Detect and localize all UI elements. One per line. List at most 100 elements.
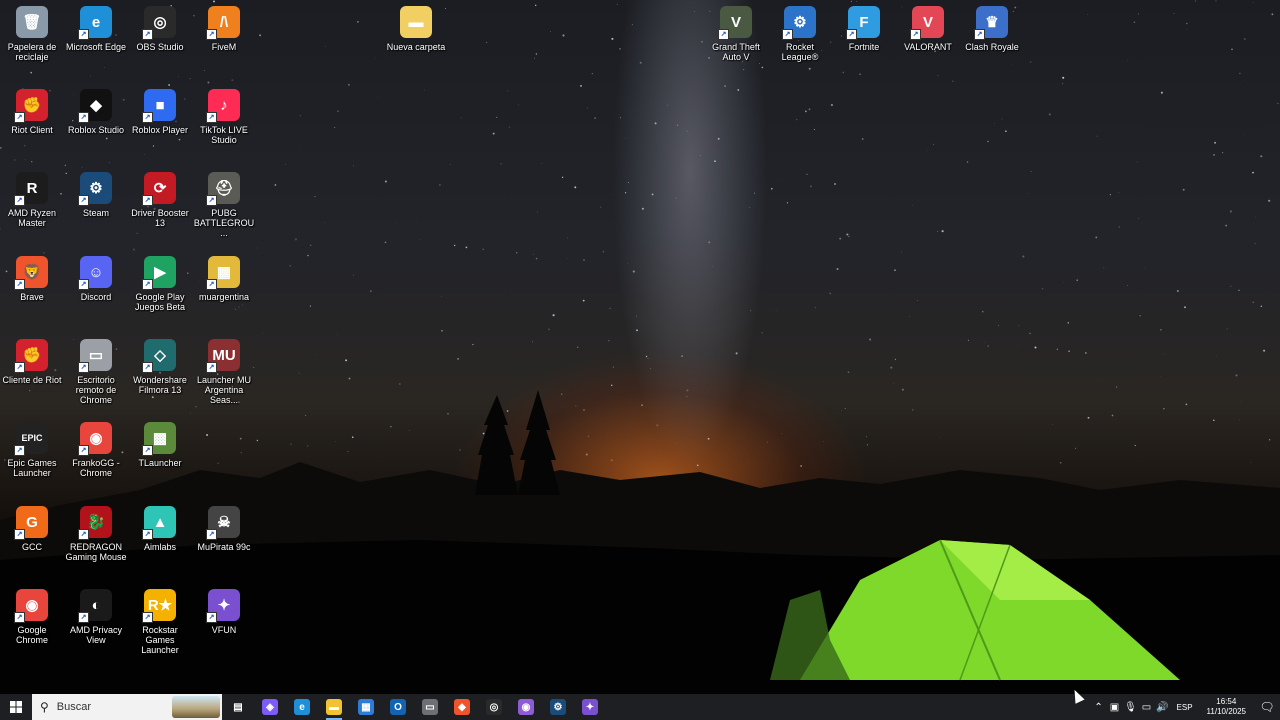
desktop-icon-fivem[interactable]: /\ ↗ FiveM bbox=[192, 4, 256, 86]
taskbar-outlook-button[interactable]: O bbox=[382, 694, 414, 720]
rocket-league-icon: ⚙ ↗ bbox=[782, 6, 816, 40]
desktop-icon-riot-client[interactable]: ✊ ↗ Riot Client bbox=[0, 87, 64, 169]
tray-app-icon[interactable]: ▣ bbox=[1107, 702, 1123, 713]
desktop-icon-brave[interactable]: 🦁 ↗ Brave bbox=[0, 254, 64, 336]
desktop-icon-pubg-battlegrou[interactable]: ⛑ ↗ PUBG BATTLEGROU... bbox=[192, 170, 256, 252]
desktop-icon-tiktok-live-studio[interactable]: ♪ ↗ TikTok LIVE Studio bbox=[192, 87, 256, 169]
desktop-icon-google-play-juegos-beta[interactable]: ▶ ↗ Google Play Juegos Beta bbox=[128, 254, 192, 336]
desktop-icon-label: Discord bbox=[80, 292, 112, 302]
desktop-icon-label: TikTok LIVE Studio bbox=[200, 125, 248, 145]
taskbar-steam-button[interactable]: ⚙ bbox=[542, 694, 574, 720]
brave-icon: 🦁 ↗ bbox=[14, 256, 48, 290]
taskbar-task-view-button[interactable]: ▤ bbox=[222, 694, 254, 720]
desktop-icon-nueva-carpeta[interactable]: ▬ Nueva carpeta bbox=[384, 4, 448, 86]
desktop-icon-roblox-studio[interactable]: ◆ ↗ Roblox Studio bbox=[64, 87, 128, 169]
desktop-icon-label: Papelera de reciclaje bbox=[7, 42, 57, 62]
shortcut-arrow-icon: ↗ bbox=[142, 362, 153, 373]
desktop-icon-epic-games-launcher[interactable]: EPIC ↗ Epic Games Launcher bbox=[0, 420, 64, 502]
desktop-icon-wondershare-filmora-13[interactable]: ◇ ↗ Wondershare Filmora 13 bbox=[128, 337, 192, 419]
desktop-icon-muargentina[interactable]: ▦ ↗ muargentina bbox=[192, 254, 256, 336]
taskbar-edge-button[interactable]: e bbox=[286, 694, 318, 720]
shortcut-arrow-icon: ↗ bbox=[78, 195, 89, 206]
shortcut-arrow-icon: ↗ bbox=[142, 445, 153, 456]
desktop-icon-steam[interactable]: ⚙ ↗ Steam bbox=[64, 170, 128, 252]
shortcut-arrow-icon: ↗ bbox=[78, 445, 89, 456]
desktop-icon-cliente-de-riot[interactable]: ✊ ↗ Cliente de Riot bbox=[0, 337, 64, 419]
desktop-icon-driver-booster-13[interactable]: ⟳ ↗ Driver Booster 13 bbox=[128, 170, 192, 252]
desktop-icon-google-chrome[interactable]: ◉ ↗ Google Chrome bbox=[0, 587, 64, 669]
taskbar-unknown-app-button[interactable]: ▭ bbox=[414, 694, 446, 720]
desktop-icon-valorant[interactable]: V ↗ VALORANT bbox=[896, 4, 960, 86]
desktop-icon-discord[interactable]: ☺ ↗ Discord bbox=[64, 254, 128, 336]
network-icon[interactable]: ▭ bbox=[1139, 702, 1155, 713]
desktop-icon-redragon-gaming-mouse[interactable]: 🐉 ↗ REDRAGON Gaming Mouse bbox=[64, 504, 128, 586]
epic-games-launcher-icon: EPIC ↗ bbox=[14, 422, 48, 456]
clock[interactable]: 16:54 11/10/2025 bbox=[1199, 697, 1254, 717]
desktop-icon-roblox-player[interactable]: ■ ↗ Roblox Player bbox=[128, 87, 192, 169]
google-chrome-icon: ◉ ↗ bbox=[14, 589, 48, 623]
taskbar-brave-button[interactable]: ◆ bbox=[446, 694, 478, 720]
desktop-icon-label: REDRAGON Gaming Mouse bbox=[65, 542, 127, 562]
taskbar-search-box[interactable]: ⚲ Buscar bbox=[32, 694, 222, 720]
desktop-icon-grand-theft-auto-v[interactable]: V ↗ Grand Theft Auto V bbox=[704, 4, 768, 86]
desktop-icon-microsoft-edge[interactable]: e ↗ Microsoft Edge bbox=[64, 4, 128, 86]
desktop-icon-label: Wondershare Filmora 13 bbox=[133, 375, 187, 395]
aimlabs-icon: ▲ ↗ bbox=[142, 506, 176, 540]
clash-royale-icon: ♛ ↗ bbox=[974, 6, 1008, 40]
clock-date: 11/10/2025 bbox=[1206, 707, 1246, 716]
desktop-icon-rockstar-games-launcher[interactable]: R★ ↗ Rockstar Games Launcher bbox=[128, 587, 192, 669]
desktop-icon-amd-privacy-view[interactable]: ◐ ↗ AMD Privacy View bbox=[64, 587, 128, 669]
taskbar-obs-button[interactable]: ◎ bbox=[478, 694, 510, 720]
desktop-icon-fortnite[interactable]: F ↗ Fortnite bbox=[832, 4, 896, 86]
tiktok-live-studio-icon: ♪ ↗ bbox=[206, 89, 240, 123]
desktop-icon-label: Epic Games Launcher bbox=[7, 458, 57, 478]
taskbar-copilot-button[interactable]: ◈ bbox=[254, 694, 286, 720]
desktop-icon-gcc[interactable]: G ↗ GCC bbox=[0, 504, 64, 586]
desktop-icon-papelera-de-reciclaje[interactable]: 🗑 Papelera de reciclaje bbox=[0, 4, 64, 86]
grand-theft-auto-v-icon: V ↗ bbox=[718, 6, 752, 40]
shortcut-arrow-icon: ↗ bbox=[78, 529, 89, 540]
desktop-icon-amd-ryzen-master[interactable]: R ↗ AMD Ryzen Master bbox=[0, 170, 64, 252]
shortcut-arrow-icon: ↗ bbox=[14, 112, 25, 123]
shortcut-arrow-icon: ↗ bbox=[206, 112, 217, 123]
desktop-icon-label: PUBG BATTLEGROU... bbox=[193, 208, 255, 238]
volume-icon[interactable]: 🔊 bbox=[1155, 702, 1171, 713]
launcher-mu-argentina-seas-icon: MU ↗ bbox=[206, 339, 240, 373]
clock-time: 16:54 bbox=[1216, 697, 1237, 706]
show-hidden-icons-chevron-icon[interactable]: ⌃ bbox=[1091, 702, 1107, 713]
escritorio-remoto-de-chrome-icon: ▭ ↗ bbox=[78, 339, 112, 373]
shortcut-arrow-icon: ↗ bbox=[718, 29, 729, 40]
mupirata-99c-icon: ☠ ↗ bbox=[206, 506, 240, 540]
pubg-battlegrou-icon: ⛑ ↗ bbox=[206, 172, 240, 206]
desktop-icon-label: Google Play Juegos Beta bbox=[134, 292, 186, 312]
start-button[interactable] bbox=[0, 694, 32, 720]
taskbar-vfun-button[interactable]: ✦ bbox=[574, 694, 606, 720]
brave-icon: ◆ bbox=[454, 699, 470, 715]
desktop-icon-label: MuPirata 99c bbox=[197, 542, 251, 552]
desktop-icon-rocket-league[interactable]: ⚙ ↗ Rocket League® bbox=[768, 4, 832, 86]
desktop-icon-obs-studio[interactable]: ◎ ↗ OBS Studio bbox=[128, 4, 192, 86]
desktop-icon-vfun[interactable]: ✦ ↗ VFUN bbox=[192, 587, 256, 669]
desktop-icon-aimlabs[interactable]: ▲ ↗ Aimlabs bbox=[128, 504, 192, 586]
microsoft-edge-icon: e ↗ bbox=[78, 6, 112, 40]
desktop-icon-escritorio-remoto-de-chrome[interactable]: ▭ ↗ Escritorio remoto de Chrome bbox=[64, 337, 128, 419]
desktop-icon-tlauncher[interactable]: ▩ ↗ TLauncher bbox=[128, 420, 192, 502]
riot-client-icon: ✊ ↗ bbox=[14, 89, 48, 123]
notification-center-icon[interactable]: 🗨 bbox=[1254, 694, 1280, 720]
desktop-icon-mupirata-99c[interactable]: ☠ ↗ MuPirata 99c bbox=[192, 504, 256, 586]
shortcut-arrow-icon: ↗ bbox=[78, 279, 89, 290]
desktop-icon-clash-royale[interactable]: ♛ ↗ Clash Royale bbox=[960, 4, 1024, 86]
microphone-icon[interactable]: 🎙 bbox=[1123, 702, 1139, 713]
desktop-icon-launcher-mu-argentina-seas[interactable]: MU ↗ Launcher MU Argentina Seas... bbox=[192, 337, 256, 419]
taskbar-file-explorer-button[interactable]: ▬ bbox=[318, 694, 350, 720]
windows-logo-icon bbox=[10, 701, 22, 713]
system-tray: ⌃ ▣ 🎙 ▭ 🔊 ESP 16:54 11/10/2025 🗨 bbox=[1091, 694, 1280, 720]
desktop-icon-frankogg-chrome[interactable]: ◉ ↗ FrankoGG - Chrome bbox=[64, 420, 128, 502]
task-view-icon: ▤ bbox=[230, 699, 246, 715]
chrome-profile-icon: ◉ bbox=[518, 699, 534, 715]
desktop-icon-label: Microsoft Edge bbox=[65, 42, 127, 52]
input-language-indicator[interactable]: ESP bbox=[1171, 703, 1199, 712]
taskbar-microsoft-store-button[interactable]: ▦ bbox=[350, 694, 382, 720]
taskbar-chrome-profile-button[interactable]: ◉ bbox=[510, 694, 542, 720]
shortcut-arrow-icon: ↗ bbox=[142, 279, 153, 290]
